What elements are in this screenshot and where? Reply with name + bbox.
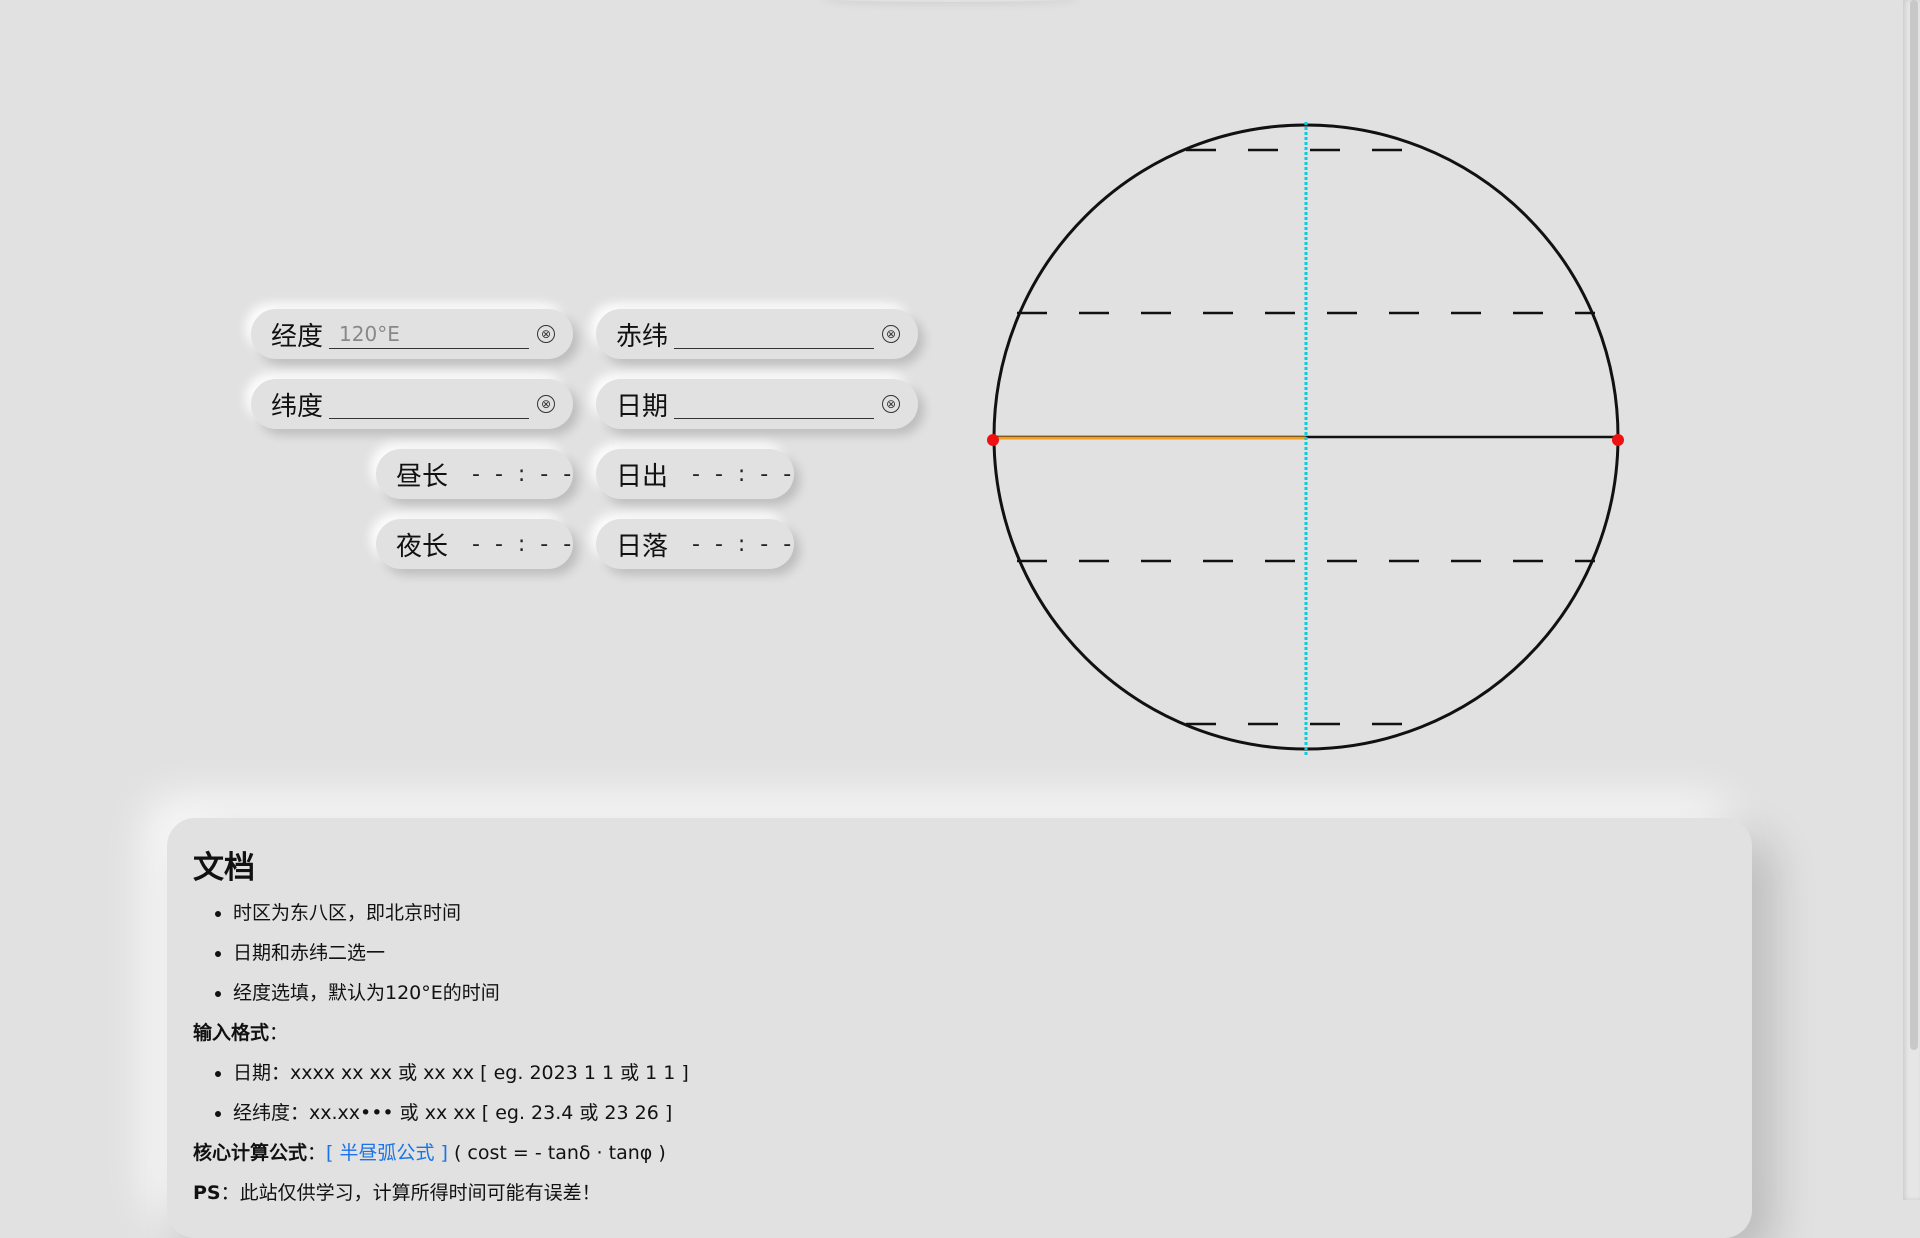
sunrise-point <box>987 434 999 446</box>
sunrise-value: - - : - - <box>692 461 796 487</box>
list-item: 日期：xxxx xx xx 或 xx xx [ eg. 2023 1 1 或 1… <box>233 1053 1726 1093</box>
sunset-point <box>1612 434 1624 446</box>
notes-list: 时区为东八区，即北京时间 日期和赤纬二选一 经度选填，默认为120°E的时间 <box>193 893 1726 1013</box>
vertical-scrollbar[interactable] <box>1903 0 1920 1200</box>
format-heading: 输入格式 <box>193 1022 270 1044</box>
formula-line: 核心计算公式：[ 半昼弧公式 ] ( cost = - tanδ · tanφ … <box>193 1133 1726 1173</box>
list-item: 时区为东八区，即北京时间 <box>233 893 1726 933</box>
docs-title: 文档 <box>193 850 255 886</box>
declination-input[interactable] <box>674 319 875 349</box>
scrollbar-thumb[interactable] <box>1910 0 1918 1050</box>
night-length-display: 夜长 - - : - - <box>376 519 573 569</box>
top-shadow <box>820 0 1080 2</box>
date-label: 日期 <box>616 391 669 422</box>
ps-colon: ： <box>220 1182 240 1204</box>
sunset-value: - - : - - <box>692 531 796 557</box>
date-input-group: 日期 ⊗ <box>596 379 918 429</box>
sunrise-display: 日出 - - : - - <box>596 449 794 499</box>
longitude-input[interactable] <box>329 319 530 349</box>
list-item: 日期和赤纬二选一 <box>233 933 1726 973</box>
clear-declination-icon[interactable]: ⊗ <box>882 325 901 343</box>
formula-text: ( cost = - tanδ · tanφ ) <box>453 1142 666 1164</box>
format-list: 日期：xxxx xx xx 或 xx xx [ eg. 2023 1 1 或 1… <box>193 1053 1726 1133</box>
sunset-label: 日落 <box>616 531 669 562</box>
day-length-label: 昼长 <box>396 461 449 492</box>
latitude-input[interactable] <box>329 389 530 419</box>
formula-colon: ： <box>307 1142 327 1164</box>
ps-heading: PS <box>193 1182 221 1204</box>
format-heading-line: 输入格式： <box>193 1013 1726 1053</box>
declination-label: 赤纬 <box>616 321 669 352</box>
sunset-display: 日落 - - : - - <box>596 519 794 569</box>
ps-text: 此站仅供学习，计算所得时间可能有误差！ <box>239 1182 601 1204</box>
day-length-value: - - : - - <box>472 461 576 487</box>
date-input[interactable] <box>674 389 875 419</box>
globe-outline <box>992 123 1620 751</box>
night-length-label: 夜长 <box>396 531 449 562</box>
sunrise-label: 日出 <box>616 461 669 492</box>
declination-input-group: 赤纬 ⊗ <box>596 309 918 359</box>
clear-date-icon[interactable]: ⊗ <box>882 395 901 413</box>
list-item: 经纬度：xx.xx••• 或 xx xx [ eg. 23.4 或 23 26 … <box>233 1093 1726 1133</box>
night-length-value: - - : - - <box>472 531 576 557</box>
format-colon: ： <box>269 1022 289 1044</box>
longitude-label: 经度 <box>271 321 324 352</box>
longitude-input-group: 经度 ⊗ <box>251 309 573 359</box>
clear-latitude-icon[interactable]: ⊗ <box>537 395 556 413</box>
list-item: 经度选填，默认为120°E的时间 <box>233 973 1726 1013</box>
latitude-label: 纬度 <box>271 391 324 422</box>
day-length-display: 昼长 - - : - - <box>376 449 573 499</box>
clear-longitude-icon[interactable]: ⊗ <box>537 325 556 343</box>
formula-heading: 核心计算公式 <box>193 1142 308 1164</box>
docs-panel: 文档 时区为东八区，即北京时间 日期和赤纬二选一 经度选填，默认为120°E的时… <box>167 818 1752 1238</box>
latitude-input-group: 纬度 ⊗ <box>251 379 573 429</box>
ps-line: PS：此站仅供学习，计算所得时间可能有误差！ <box>193 1173 1726 1213</box>
formula-link[interactable]: [ 半昼弧公式 ] <box>326 1142 448 1164</box>
